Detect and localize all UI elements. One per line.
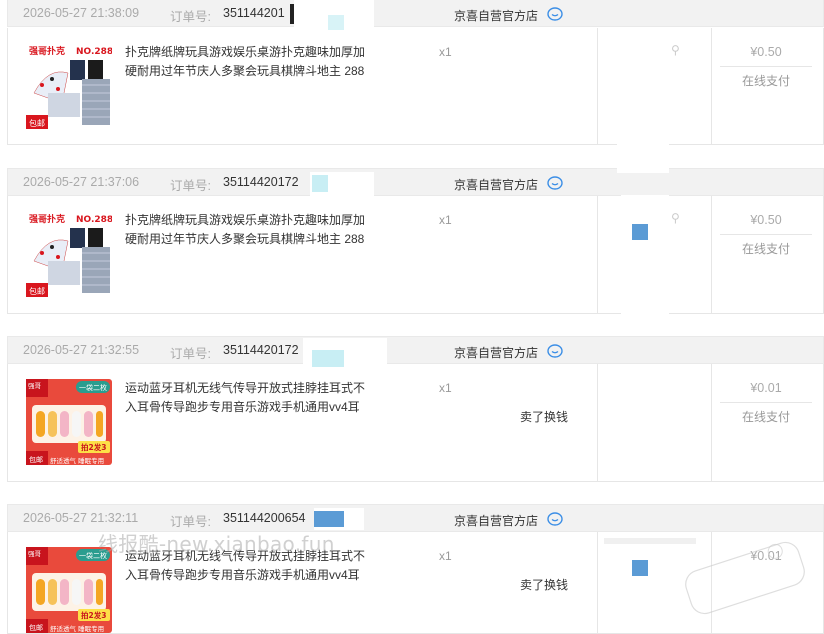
shop-name-link[interactable]: 京喜自营官方店 xyxy=(454,512,538,529)
quantity: x1 xyxy=(439,549,452,563)
product-image[interactable]: 强哥扑克 NO.288 包邮 xyxy=(26,211,112,297)
order-price: ¥0.01 xyxy=(750,381,782,395)
chat-icon[interactable] xyxy=(547,175,563,191)
order-price: ¥0.50 xyxy=(750,213,782,227)
divider xyxy=(597,532,598,633)
thumb-brand: 强哥扑克 xyxy=(29,213,65,225)
divider xyxy=(597,28,598,144)
order-body: 强哥扑克 NO.288 包邮 扑克牌纸牌玩具游戏娱乐桌游扑克趣味加厚加硬耐用过年… xyxy=(7,196,824,314)
thumb-code: NO.288 xyxy=(76,47,112,57)
order-body: 强哥扑克 NO.288 包邮 扑克牌纸牌玩具游戏娱乐桌游扑克趣味加厚加硬耐用过年… xyxy=(7,28,824,145)
search-icon: ⚲ xyxy=(671,211,680,225)
shop-name-link[interactable]: 京喜自营官方店 xyxy=(454,344,538,361)
order-number-label: 订单号: xyxy=(170,179,211,193)
order-date: 2026-05-27 21:32:11 xyxy=(23,511,139,525)
chat-icon[interactable] xyxy=(547,6,563,22)
thumb-tag: 包邮 xyxy=(29,286,45,296)
redaction-mask xyxy=(632,560,648,576)
search-icon: ⚲ xyxy=(671,43,680,57)
product-title-link[interactable]: 扑克牌纸牌玩具游戏娱乐桌游扑克趣味加厚加硬耐用过年节庆人多聚会玩具棋牌斗地主 2… xyxy=(125,211,370,249)
payment-method: 在线支付 xyxy=(741,74,790,88)
order-number: 35114420172 xyxy=(223,343,299,357)
product-title-link[interactable]: 扑克牌纸牌玩具游戏娱乐桌游扑克趣味加厚加硬耐用过年节庆人多聚会玩具棋牌斗地主 2… xyxy=(125,43,370,81)
order-date: 2026-05-27 21:37:06 xyxy=(23,175,140,189)
thumb-brand: 强哥扑克 xyxy=(29,45,65,57)
order-number: 351144200654 xyxy=(223,511,306,525)
order-note: 卖了换钱 xyxy=(520,578,569,592)
order-date: 2026-05-27 21:38:09 xyxy=(23,6,140,20)
divider xyxy=(720,234,812,235)
order-body: 强哥 一袋二枚 拍2发3 包邮 舒适透气 睡眠专用 运动蓝牙耳机无线气传导开放式… xyxy=(7,364,824,482)
thumb-brand: 强哥 xyxy=(28,550,42,558)
redaction-mask xyxy=(604,538,696,544)
thumb-footer: 舒适透气 睡眠专用 xyxy=(50,456,104,465)
order-note: 卖了换钱 xyxy=(520,410,569,424)
thumb-tag: 包邮 xyxy=(29,455,43,464)
thumb-promo: 拍2发3 xyxy=(81,610,106,620)
product-image[interactable]: 强哥 一袋二枚 拍2发3 包邮 舒适透气 睡眠专用 xyxy=(26,547,112,633)
quantity: x1 xyxy=(439,381,452,395)
shop-name-link[interactable]: 京喜自营官方店 xyxy=(454,176,538,193)
chat-icon[interactable] xyxy=(547,343,563,359)
redaction-mask xyxy=(621,195,669,335)
payment-method: 在线支付 xyxy=(741,410,790,424)
thumb-promo: 拍2发3 xyxy=(81,442,106,452)
order-date: 2026-05-27 21:32:55 xyxy=(23,343,140,357)
payment-method: 在线支付 xyxy=(741,242,790,256)
redaction-mask xyxy=(328,15,344,30)
thumb-brand: 强哥 xyxy=(28,382,42,390)
order-header: 2026-05-27 21:37:06 订单号: 35114420172 京喜自… xyxy=(7,168,824,196)
shop-name-link[interactable]: 京喜自营官方店 xyxy=(454,7,538,24)
order-number-label: 订单号: xyxy=(170,347,211,361)
divider xyxy=(597,196,598,313)
product-image[interactable]: 强哥 一袋二枚 拍2发3 包邮 舒适透气 睡眠专用 xyxy=(26,379,112,465)
redaction-mask xyxy=(632,224,648,240)
order-header: 2026-05-27 21:38:09 订单号: 351144201 京喜自营官… xyxy=(7,0,824,27)
order-price: ¥0.50 xyxy=(750,45,782,59)
divider xyxy=(711,196,712,313)
order-number-label: 订单号: xyxy=(170,10,211,24)
redaction-mask xyxy=(312,350,344,367)
thumb-footer: 舒适透气 睡眠专用 xyxy=(50,624,104,633)
divider xyxy=(720,402,812,403)
product-image[interactable]: 强哥扑克 NO.288 包邮 xyxy=(26,43,112,129)
thumb-tag: 包邮 xyxy=(29,623,43,632)
redaction-mask xyxy=(314,511,344,527)
divider xyxy=(597,364,598,481)
divider xyxy=(711,364,712,481)
redaction-mask xyxy=(617,28,669,173)
product-title-link[interactable]: 运动蓝牙耳机无线气传导开放式挂脖挂耳式不入耳骨传导跑步专用音乐游戏手机通用vv4… xyxy=(125,379,370,417)
thumb-tag: 包邮 xyxy=(29,118,45,128)
watermark: 线报酷-new.xianbao.fun xyxy=(98,532,335,556)
chat-icon[interactable] xyxy=(547,511,563,527)
order-header: 2026-05-27 21:32:55 订单号: 35114420172 京喜自… xyxy=(7,336,824,364)
divider xyxy=(711,28,712,144)
quantity: x1 xyxy=(439,213,452,227)
redaction-mask xyxy=(312,175,328,192)
divider xyxy=(720,66,812,67)
thumb-code: 一袋二枚 xyxy=(79,383,107,392)
thumb-code: NO.288 xyxy=(76,215,112,225)
order-number: 35114420172 xyxy=(223,175,299,189)
quantity: x1 xyxy=(439,45,452,59)
order-number: 351144201 xyxy=(223,6,285,20)
